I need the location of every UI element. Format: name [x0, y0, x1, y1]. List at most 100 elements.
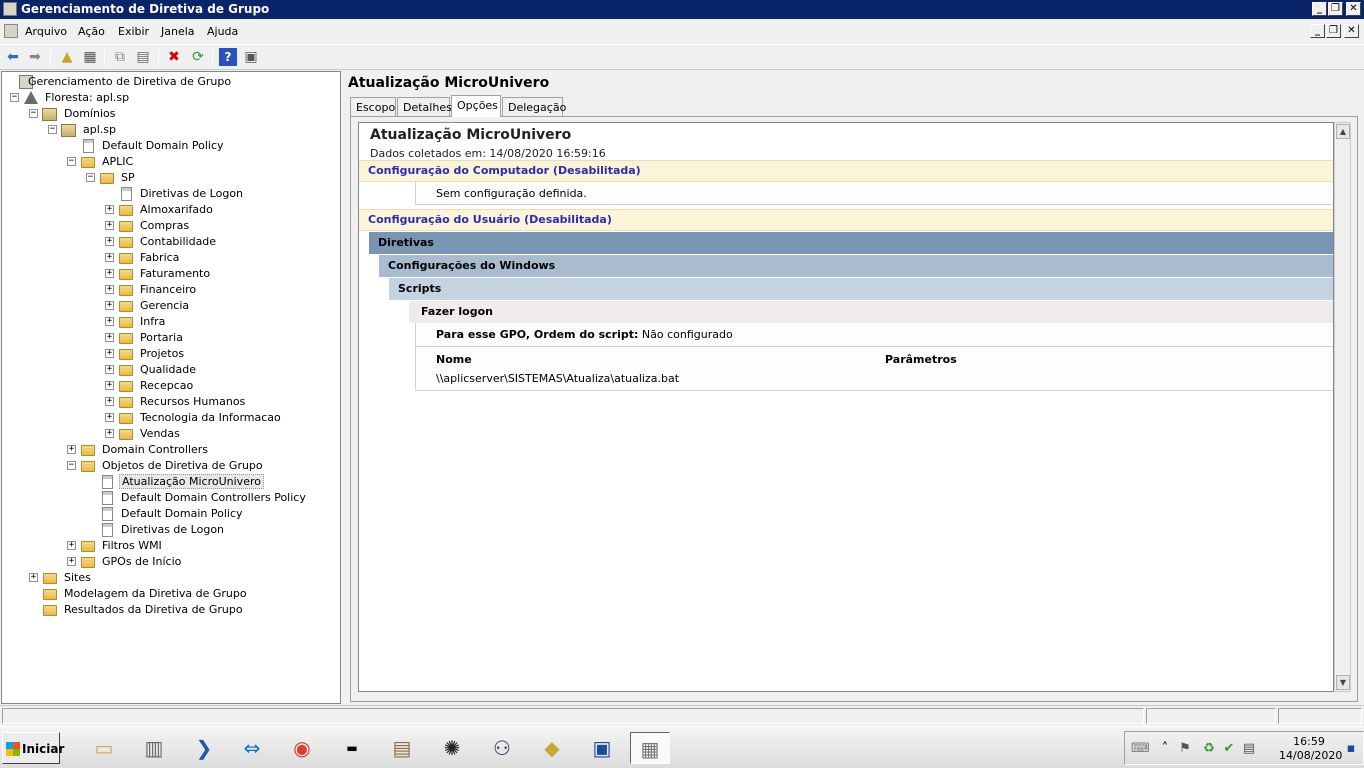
gpo-report[interactable]: Atualização MicroUnivero Dados coletados…	[358, 122, 1334, 692]
up-folder-icon[interactable]: ▲	[58, 48, 76, 66]
remote-desktop-icon[interactable]: ▣	[582, 732, 622, 764]
console-tree[interactable]: Gerenciamento de Diretiva de Grupo − Flo…	[1, 71, 341, 704]
expand-icon[interactable]: +	[105, 221, 114, 230]
mmc-document-icon[interactable]	[4, 24, 18, 38]
tree-label: Portaria	[140, 331, 183, 344]
expand-icon[interactable]: +	[105, 365, 114, 374]
tab-opcoes[interactable]: Opções	[451, 95, 501, 117]
expand-icon[interactable]: +	[67, 541, 76, 550]
paste-icon[interactable]: ▤	[134, 48, 152, 66]
inner-close-button[interactable]: ✕	[1344, 24, 1359, 38]
expand-icon[interactable]: +	[67, 445, 76, 454]
ou-folder-icon	[119, 397, 133, 408]
back-arrow-icon[interactable]: ⬅	[4, 48, 22, 66]
clock-date: 14/08/2020	[1279, 749, 1343, 762]
restore-button[interactable]: ❐	[1328, 2, 1343, 16]
explorer-icon[interactable]: ▭	[84, 732, 124, 764]
collapse-icon[interactable]: −	[67, 461, 76, 470]
collapse-icon[interactable]: −	[67, 157, 76, 166]
collapse-icon[interactable]: −	[48, 125, 57, 134]
toolbar-separator	[158, 49, 159, 65]
expand-icon[interactable]: +	[29, 573, 38, 582]
ou-folder-icon	[81, 445, 95, 456]
user-config-header[interactable]: Configuração do Usuário (Desabilitada)	[359, 209, 1333, 231]
clock[interactable]: 16:59 14/08/2020	[1279, 735, 1343, 763]
expand-icon[interactable]: +	[105, 413, 114, 422]
system-tray: ⌨ ˄ ⚑ ♻ ✔ ▤ 16:59 14/08/2020 ▪	[1124, 731, 1364, 765]
expand-icon[interactable]: +	[105, 253, 114, 262]
tab-escopo[interactable]: Escopo	[350, 97, 396, 116]
action-center-flag-icon[interactable]: ⚑	[1177, 741, 1193, 757]
expand-icon[interactable]: +	[67, 557, 76, 566]
tree-label: Floresta: apl.sp	[45, 91, 130, 104]
powershell-icon[interactable]: ❯	[184, 732, 224, 764]
computer-config-header[interactable]: Configuração do Computador (Desabilitada…	[359, 160, 1333, 182]
logon-header[interactable]: Fazer logon	[409, 301, 1333, 323]
close-button[interactable]: ✕	[1346, 2, 1361, 16]
expand-icon[interactable]: +	[105, 301, 114, 310]
chrome-icon[interactable]: ◉	[282, 732, 322, 764]
expand-icon[interactable]: +	[105, 333, 114, 342]
expand-icon[interactable]: +	[105, 317, 114, 326]
keyboard-icon[interactable]: ⌨	[1131, 741, 1150, 757]
menu-janela[interactable]: Janela	[161, 25, 195, 38]
expand-icon[interactable]: +	[105, 205, 114, 214]
forest-icon	[24, 91, 38, 104]
expand-icon[interactable]: +	[105, 237, 114, 246]
scripts-header[interactable]: Scripts	[389, 278, 1333, 300]
details-title: Atualização MicroUnivero	[348, 75, 550, 91]
refresh-icon[interactable]: ⟳	[189, 48, 207, 66]
tree-label: Compras	[140, 219, 190, 232]
inner-restore-button[interactable]: ❐	[1326, 24, 1341, 38]
report-scrollbar[interactable]: ▲ ▼	[1334, 122, 1351, 692]
show-desktop-monitor-icon[interactable]: ▪	[1343, 741, 1359, 757]
tree-label: Projetos	[140, 347, 185, 360]
sync-status-icon[interactable]: ♻	[1201, 741, 1217, 757]
column-nome: Nome	[436, 353, 472, 366]
policies-header[interactable]: Diretivas	[369, 232, 1333, 254]
tab-delegacao[interactable]: Delegação	[502, 97, 566, 116]
tab-detalhes[interactable]: Detalhes	[397, 97, 452, 116]
ou-folder-icon	[119, 269, 133, 280]
network-status-icon[interactable]: ▤	[1241, 741, 1257, 757]
aperture-app-icon[interactable]: ✺	[432, 732, 472, 764]
archive-tool-icon[interactable]: ▤	[382, 732, 422, 764]
gpmc-app-icon[interactable]	[3, 2, 17, 16]
command-prompt-icon[interactable]: ▬	[332, 732, 372, 764]
copy-icon[interactable]: ⧉	[111, 48, 129, 66]
windows-settings-header[interactable]: Configurações do Windows	[379, 255, 1333, 277]
inner-minimize-button[interactable]: _	[1310, 24, 1325, 38]
security-status-icon[interactable]: ✔	[1221, 741, 1237, 757]
delete-icon[interactable]: ✖	[165, 48, 183, 66]
expand-icon[interactable]: +	[105, 381, 114, 390]
scroll-up-icon[interactable]: ▲	[1336, 124, 1350, 139]
collapse-icon[interactable]: −	[10, 93, 19, 102]
minimize-button[interactable]: _	[1312, 2, 1327, 16]
menu-acao[interactable]: Ação	[78, 25, 105, 38]
start-button[interactable]: Iniciar	[2, 732, 64, 764]
expand-icon[interactable]: +	[105, 429, 114, 438]
folder-tool-icon[interactable]: ◆	[532, 732, 572, 764]
menu-ajuda[interactable]: Ajuda	[207, 25, 238, 38]
expand-icon[interactable]: +	[105, 349, 114, 358]
menu-arquivo[interactable]: Arquivo	[25, 25, 67, 38]
collapse-icon[interactable]: −	[86, 173, 95, 182]
collapse-icon[interactable]: −	[29, 109, 38, 118]
gpo-link-icon	[121, 187, 132, 201]
network-icon[interactable]: ⚇	[482, 732, 522, 764]
expand-icon[interactable]: +	[105, 269, 114, 278]
expand-icon[interactable]: +	[105, 397, 114, 406]
scroll-down-icon[interactable]: ▼	[1336, 675, 1350, 690]
properties-icon[interactable]: ▣	[242, 48, 260, 66]
help-icon[interactable]: ?	[219, 48, 237, 66]
show-hidden-icons[interactable]: ˄	[1157, 741, 1173, 757]
menu-exibir[interactable]: Exibir	[118, 25, 149, 38]
gpmc-taskbar-icon[interactable]: ▦	[630, 732, 670, 764]
gpo-container-icon	[81, 461, 95, 472]
status-bar	[0, 705, 1364, 725]
forward-arrow-icon[interactable]: ➡	[26, 48, 44, 66]
server-manager-icon[interactable]: ▥	[134, 732, 174, 764]
show-hide-tree-icon[interactable]: ▦	[81, 48, 99, 66]
expand-icon[interactable]: +	[105, 285, 114, 294]
teamviewer-icon[interactable]: ⇔	[232, 732, 272, 764]
